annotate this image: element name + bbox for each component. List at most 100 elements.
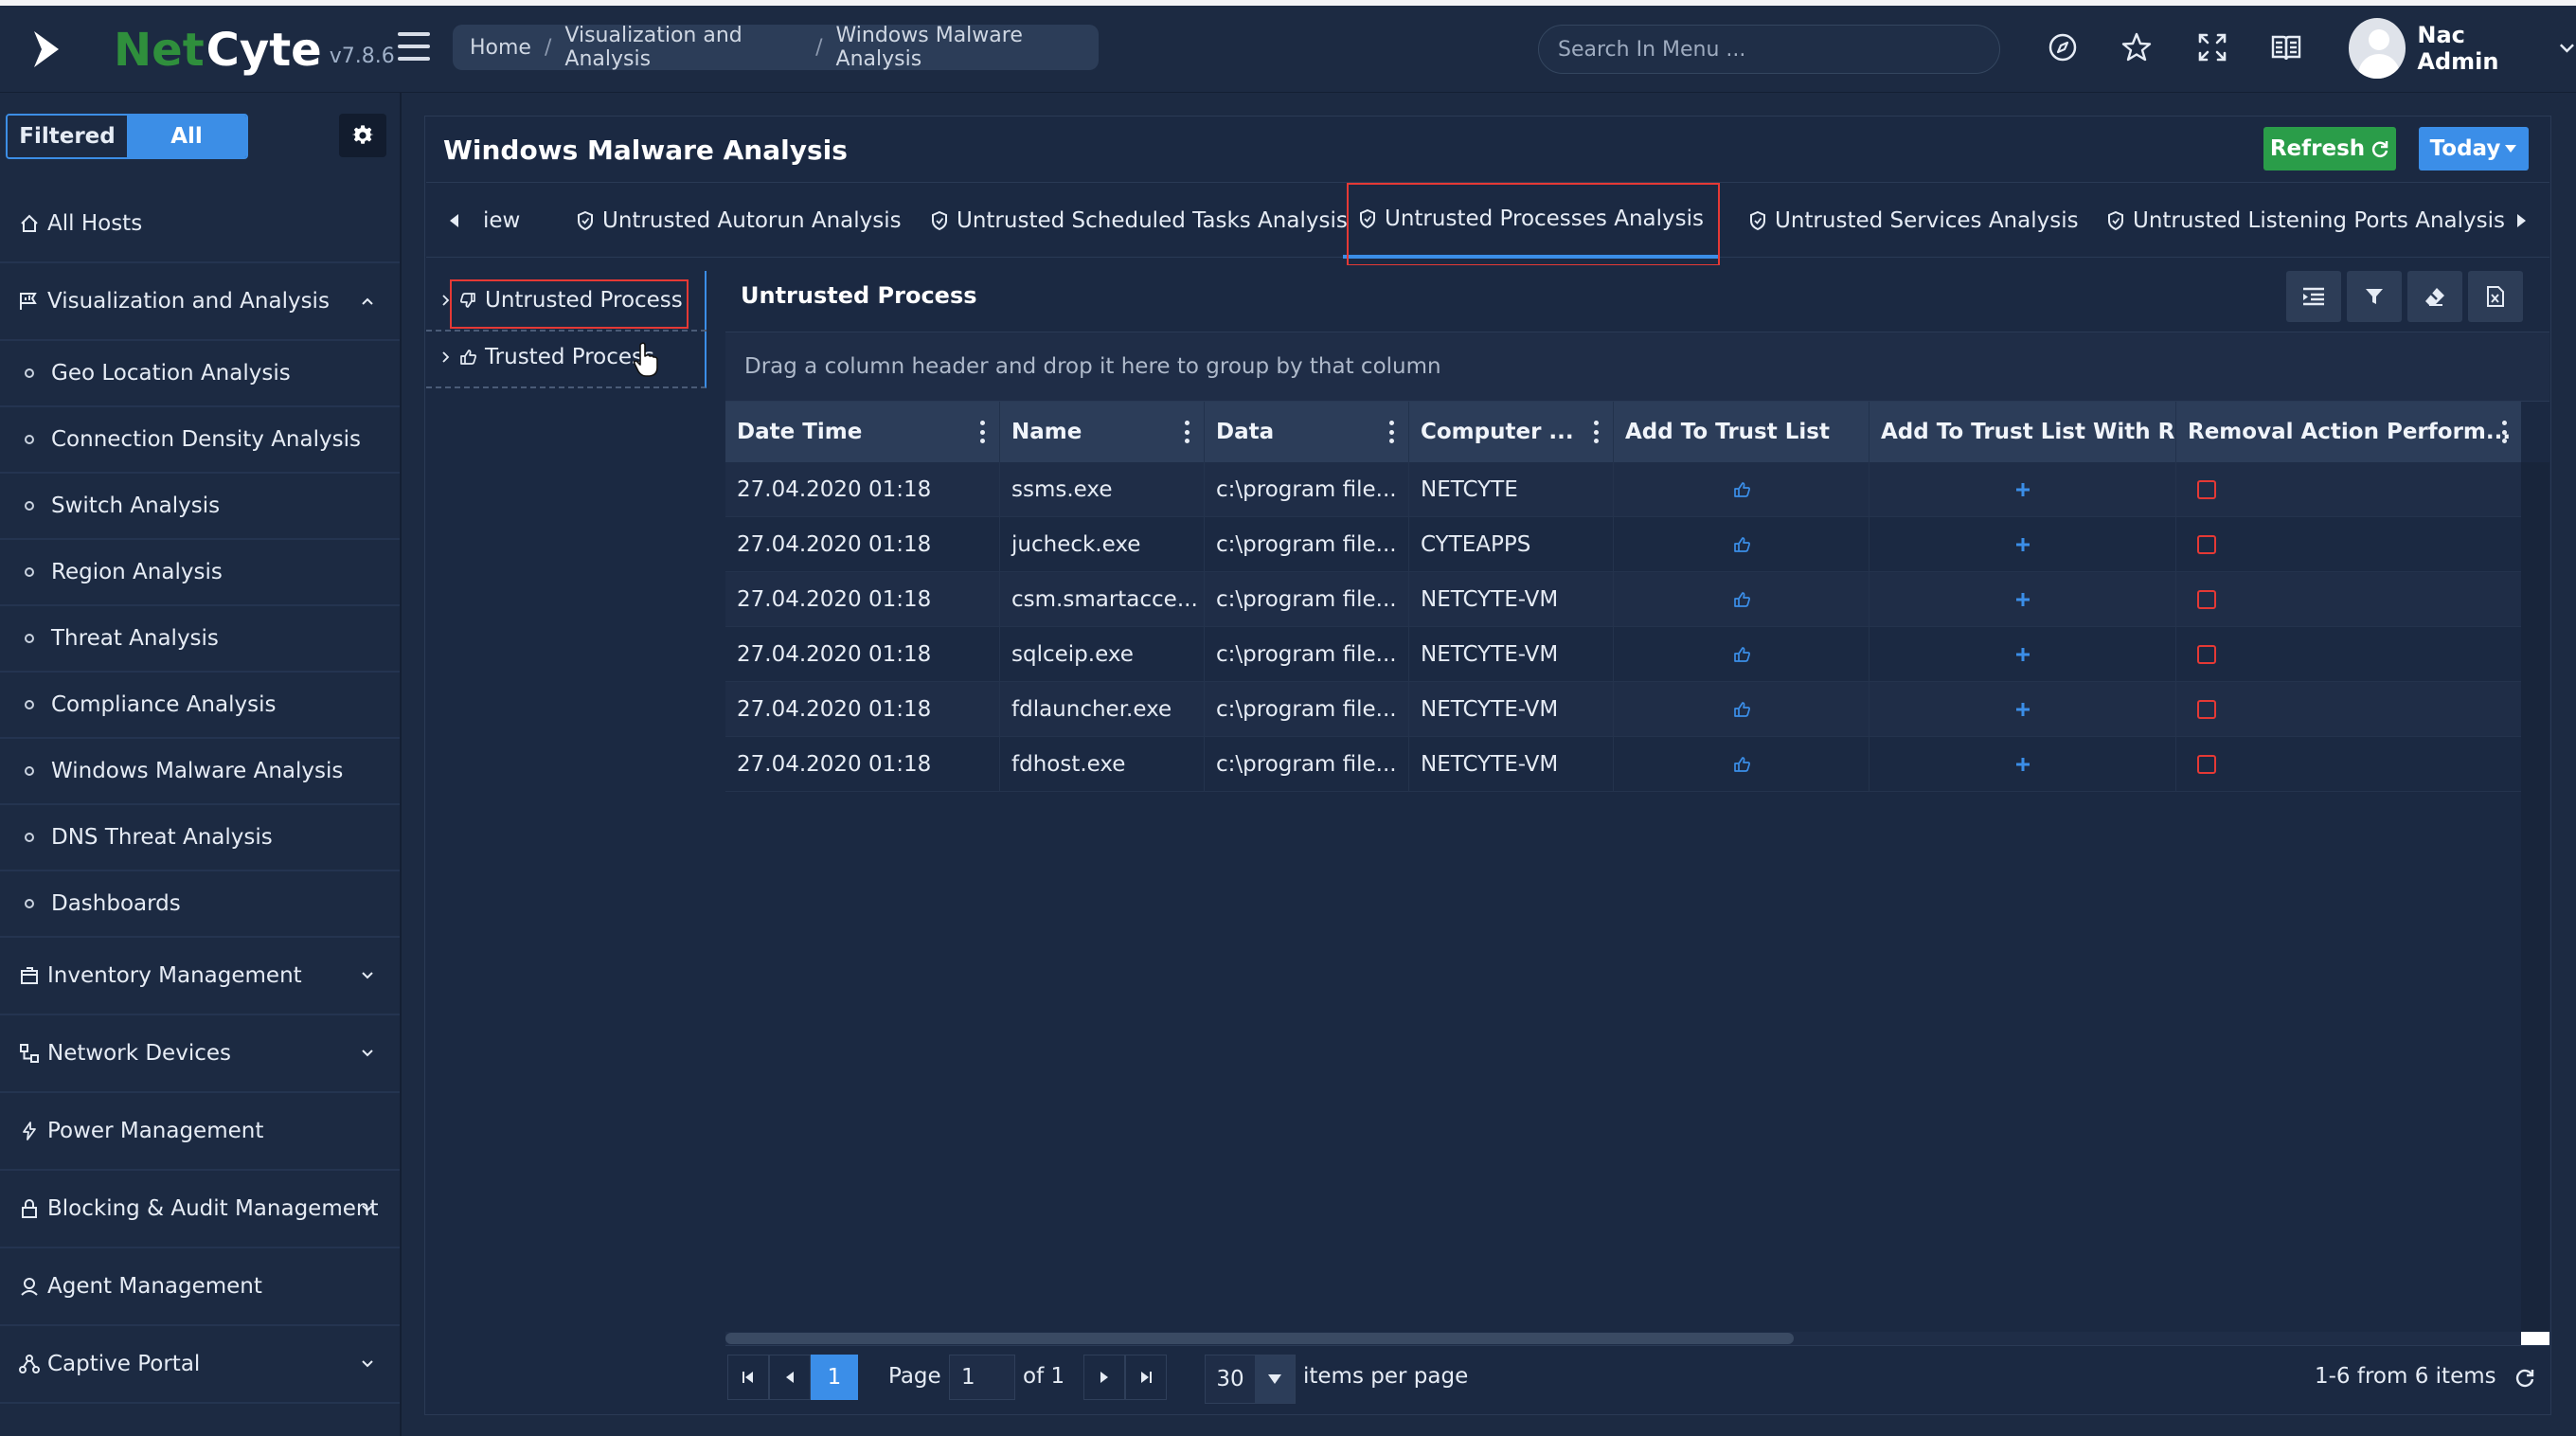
removal-checkbox[interactable] (2197, 700, 2216, 719)
thumbs-up-icon[interactable] (1732, 535, 1751, 554)
column-menu-icon[interactable] (1185, 421, 1190, 443)
column-header-label: Add To Trust List With Rule (1881, 420, 2175, 444)
sidebar-item-threat[interactable]: Threat Analysis (0, 606, 400, 673)
tab-untrusted-services[interactable]: Untrusted Services Analysis (1748, 183, 2079, 259)
column-header-datetime[interactable]: Date Time (725, 402, 1000, 462)
cell-add-trust (1614, 627, 1869, 682)
cell-datetime: 27.04.2020 01:18 (725, 627, 1000, 682)
plus-icon[interactable] (2014, 536, 2031, 553)
sidebar-item-inventory[interactable]: Inventory Management (0, 938, 400, 1015)
next-page-button[interactable] (1083, 1355, 1125, 1400)
star-icon[interactable] (2118, 28, 2156, 66)
fullscreen-icon[interactable] (2193, 28, 2231, 66)
tab-scroll-left[interactable] (447, 183, 475, 259)
expand-rows-button[interactable] (2286, 271, 2341, 322)
removal-checkbox[interactable] (2197, 645, 2216, 664)
tree-node-untrusted[interactable]: Untrusted Process (441, 288, 683, 313)
removal-checkbox[interactable] (2197, 590, 2216, 609)
plus-icon[interactable] (2014, 646, 2031, 663)
filter-button[interactable] (2347, 271, 2402, 322)
last-page-button[interactable] (1125, 1355, 1167, 1400)
sidebar-item-geo-location[interactable]: Geo Location Analysis (0, 341, 400, 407)
breadcrumb-home[interactable]: Home (470, 36, 531, 60)
sidebar-item-compliance[interactable]: Compliance Analysis (0, 673, 400, 739)
sidebar-item-captive-portal[interactable]: Captive Portal (0, 1326, 400, 1404)
shield-icon (2108, 210, 2123, 231)
tree-node-trusted[interactable]: Trusted Process (441, 345, 654, 369)
tab-untrusted-processes[interactable]: Untrusted Processes Analysis (1343, 183, 1719, 259)
table-row[interactable]: 27.04.2020 01:18 sqlceip.exe c:\program fi… (725, 627, 2521, 682)
sidebar-item-label: Visualization and Analysis (47, 289, 330, 314)
column-menu-icon[interactable] (1389, 421, 1395, 443)
previous-page-button[interactable] (769, 1355, 811, 1400)
thumbs-up-icon[interactable] (1732, 480, 1751, 499)
sidebar-item-windows-malware[interactable]: Windows Malware Analysis (0, 739, 400, 805)
plus-icon[interactable] (2014, 481, 2031, 498)
thumbs-up-icon[interactable] (1732, 755, 1751, 774)
thumbs-up-icon[interactable] (1732, 645, 1751, 664)
page-number-button[interactable]: 1 (811, 1355, 858, 1400)
book-icon[interactable] (2267, 28, 2305, 66)
sidebar-item-blocking-audit[interactable]: Blocking & Audit Management (0, 1171, 400, 1248)
filter-filtered-button[interactable]: Filtered (8, 116, 127, 157)
sidebar-item-connection-density[interactable]: Connection Density Analysis (0, 407, 400, 474)
tab-untrusted-listening-ports[interactable]: Untrusted Listening Ports Analysis (2106, 183, 2505, 259)
tab-untrusted-autorun[interactable]: Untrusted Autorun Analysis (576, 183, 902, 259)
refresh-button[interactable]: Refresh (2263, 127, 2396, 171)
sidebar-item-network-devices[interactable]: Network Devices (0, 1015, 400, 1093)
tab-scroll-right[interactable] (2515, 183, 2544, 259)
column-menu-icon[interactable] (980, 421, 986, 443)
group-drop-area[interactable]: Drag a column header and drop it here to… (725, 332, 2549, 402)
settings-button[interactable] (339, 114, 386, 157)
column-header-add-trust[interactable]: Add To Trust List (1614, 402, 1869, 462)
clear-filter-button[interactable] (2407, 271, 2462, 322)
sidebar-item-dashboards[interactable]: Dashboards (0, 871, 400, 938)
removal-checkbox[interactable] (2197, 535, 2216, 554)
table-row[interactable]: 27.04.2020 01:18 csm.smartacce... c:\progr… (725, 572, 2521, 627)
removal-checkbox[interactable] (2197, 755, 2216, 774)
filter-all-button[interactable]: All (127, 116, 246, 157)
table-row[interactable]: 27.04.2020 01:18 jucheck.exe c:\program fi… (725, 517, 2521, 572)
compass-icon[interactable] (2044, 28, 2082, 66)
page-size-select[interactable]: 30 (1205, 1355, 1296, 1404)
logo-play-icon[interactable] (0, 6, 95, 93)
tab-untrusted-scheduled-tasks[interactable]: Untrusted Scheduled Tasks Analysis (930, 183, 1348, 259)
sidebar-item-power[interactable]: Power Management (0, 1093, 400, 1171)
removal-checkbox[interactable] (2197, 480, 2216, 499)
sidebar-item-agent[interactable]: Agent Management (0, 1248, 400, 1326)
sidebar-item-dns-threat[interactable]: DNS Threat Analysis (0, 805, 400, 871)
horizontal-scrollbar-thumb[interactable] (725, 1333, 1794, 1344)
column-header-removal-action[interactable]: Removal Action Perform... (2176, 402, 2521, 462)
plus-icon[interactable] (2014, 756, 2031, 773)
table-row[interactable]: 27.04.2020 01:18 ssms.exe c:\program file.… (725, 462, 2521, 517)
column-header-name[interactable]: Name (1000, 402, 1205, 462)
sidebar-item-all-hosts[interactable]: All Hosts (0, 186, 400, 263)
sidebar-item-switch[interactable]: Switch Analysis (0, 474, 400, 540)
search-menu-input[interactable] (1538, 25, 2000, 74)
column-header-add-trust-rule[interactable]: Add To Trust List With Rule (1869, 402, 2176, 462)
plus-icon[interactable] (2014, 591, 2031, 608)
menu-toggle-icon[interactable] (398, 32, 430, 61)
tab-overview[interactable]: iew (483, 183, 520, 259)
table-row[interactable]: 27.04.2020 01:18 fdlauncher.exe c:\program… (725, 682, 2521, 737)
cell-add-trust-rule (1869, 462, 2176, 517)
thumbs-up-icon[interactable] (1732, 700, 1751, 719)
page-input[interactable] (949, 1355, 1015, 1400)
column-menu-icon[interactable] (1594, 421, 1600, 443)
sidebar-item-region[interactable]: Region Analysis (0, 540, 400, 606)
sidebar-item-label: Connection Density Analysis (51, 427, 361, 452)
column-header-data[interactable]: Data (1205, 402, 1409, 462)
sidebar-item-visualization[interactable]: Visualization and Analysis (0, 263, 400, 341)
date-range-dropdown[interactable]: Today (2419, 127, 2529, 171)
thumbs-up-icon[interactable] (1732, 590, 1751, 609)
vertical-scrollbar[interactable] (2521, 462, 2549, 1332)
export-excel-button[interactable] (2468, 271, 2523, 322)
column-menu-icon[interactable] (2502, 421, 2508, 443)
table-row[interactable]: 27.04.2020 01:18 fdhost.exe c:\program fil… (725, 737, 2521, 792)
reload-grid-button[interactable] (2504, 1355, 2546, 1400)
plus-icon[interactable] (2014, 701, 2031, 718)
column-header-computer[interactable]: Computer ... (1409, 402, 1614, 462)
user-menu[interactable]: Nac Admin (2349, 17, 2576, 80)
first-page-button[interactable] (727, 1355, 769, 1400)
breadcrumb-visualization[interactable]: Visualization and Analysis (564, 24, 802, 71)
